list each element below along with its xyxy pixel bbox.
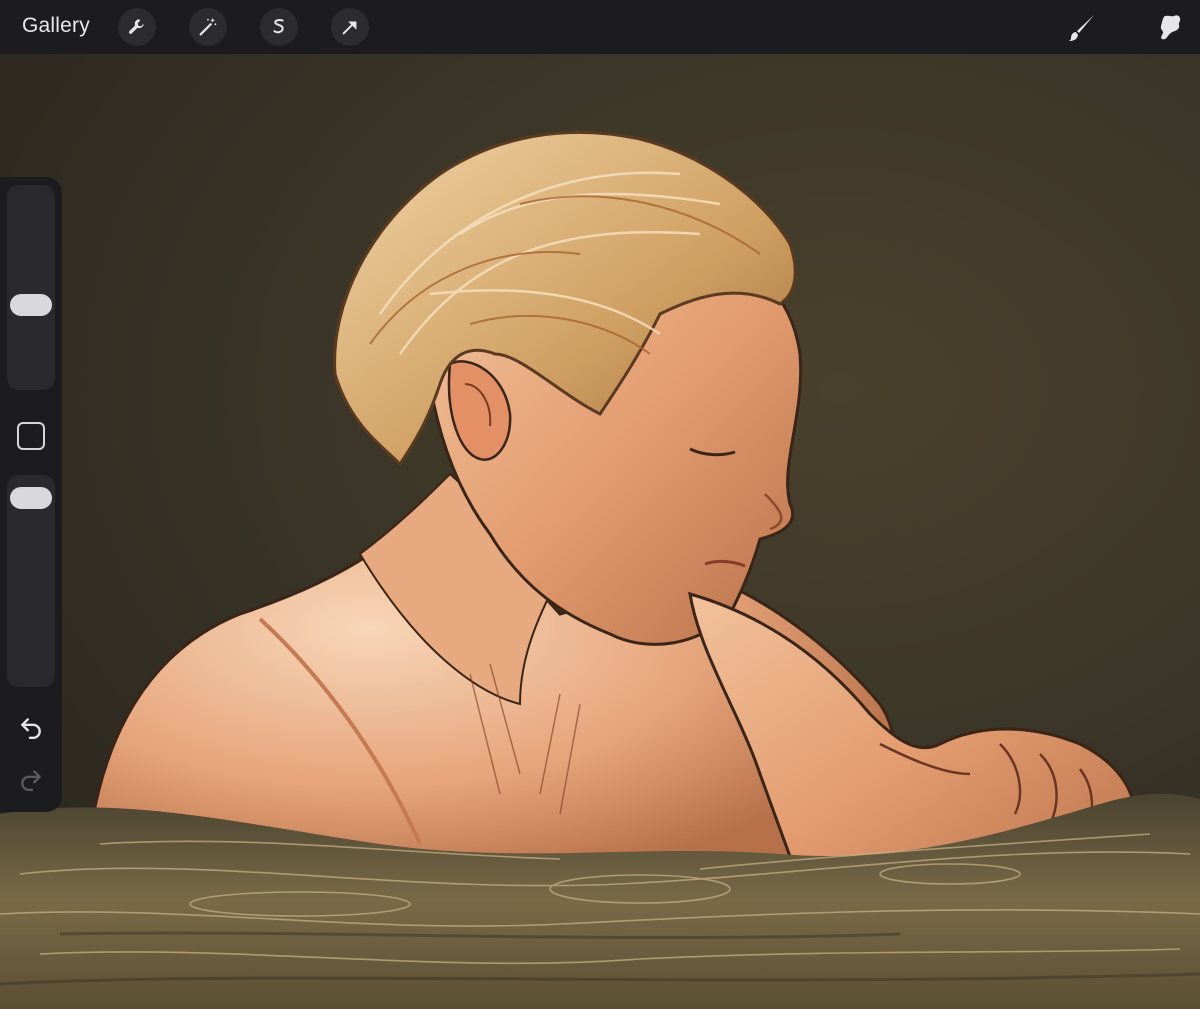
brush-size-slider[interactable] (7, 185, 55, 390)
undo-icon (21, 718, 41, 740)
redo-button[interactable] (15, 763, 47, 795)
opacity-slider[interactable] (7, 475, 55, 687)
transform-button[interactable] (331, 8, 369, 46)
adjustments-button[interactable] (189, 8, 227, 46)
left-sidebar (0, 177, 62, 812)
gallery-button[interactable]: Gallery (22, 14, 90, 38)
drawing-canvas[interactable] (0, 54, 1200, 1009)
wrench-icon (129, 19, 144, 34)
actions-button[interactable] (118, 8, 156, 46)
painting (0, 130, 1200, 1009)
redo-icon (21, 770, 41, 792)
modify-button[interactable] (17, 422, 45, 450)
opacity-thumb[interactable] (10, 487, 52, 510)
brush-icon (1069, 15, 1094, 41)
brush-size-thumb[interactable] (10, 294, 52, 317)
selection-icon (273, 19, 284, 34)
brush-button[interactable] (1062, 8, 1102, 48)
magic-wand-icon (199, 17, 217, 36)
undo-button[interactable] (15, 711, 47, 743)
smudge-button[interactable] (1150, 8, 1190, 48)
smudge-icon (1160, 15, 1181, 40)
top-toolbar: Gallery (0, 0, 1200, 54)
selection-button[interactable] (260, 8, 298, 46)
transform-arrow-icon (342, 21, 357, 35)
